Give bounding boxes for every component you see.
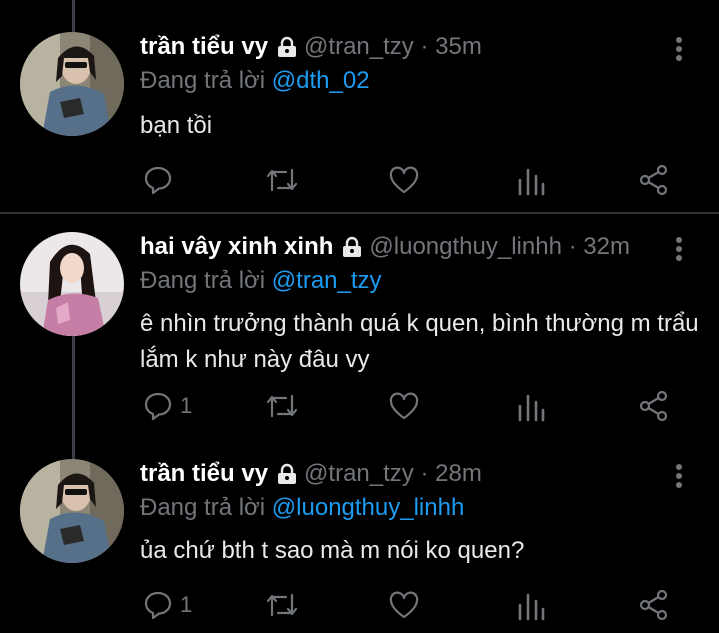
tweet-divider [0, 212, 719, 214]
retweet-button[interactable] [264, 589, 300, 621]
replying-to: Đang trả lời @tran_tzy [140, 266, 382, 296]
lock-icon [341, 236, 363, 266]
retweet-button[interactable] [264, 390, 300, 422]
more-options-button[interactable] [675, 236, 683, 267]
like-icon [389, 591, 419, 619]
reply-mention-link[interactable]: @tran_tzy [272, 267, 382, 294]
tweet-text: ủa chứ bth t sao mà m nói ko quen? [140, 537, 525, 564]
tweet-actions: 1 [140, 589, 680, 623]
lock-icon [276, 463, 298, 493]
avatar[interactable] [20, 32, 124, 136]
tweet-actions: 1 [140, 390, 680, 424]
avatar[interactable] [20, 232, 124, 336]
reply-mention-link[interactable]: @dth_02 [272, 67, 370, 94]
reply-count: 1 [180, 592, 193, 617]
analytics-button[interactable] [516, 164, 546, 196]
share-icon [639, 164, 668, 196]
timestamp[interactable]: 35m [435, 33, 482, 60]
tweet-text: bạn tồi [140, 112, 213, 139]
timestamp[interactable]: 28m [435, 460, 482, 487]
retweet-icon [266, 593, 298, 617]
analytics-icon [518, 168, 545, 196]
like-button[interactable] [388, 390, 420, 422]
more-options-button[interactable] [675, 36, 683, 67]
share-button[interactable] [638, 390, 670, 422]
replying-to-label: Đang trả lời [140, 267, 266, 294]
share-button[interactable] [638, 589, 670, 621]
analytics-button[interactable] [516, 390, 546, 422]
like-button[interactable] [388, 589, 420, 621]
display-name[interactable]: hai vây xinh xinh [140, 233, 333, 260]
separator-dot: · [568, 233, 577, 260]
tweet-text: ê nhìn trưởng thành quá k quen, bình thư… [140, 310, 699, 373]
share-icon [639, 589, 668, 621]
retweet-icon [266, 168, 298, 192]
thread-line-top [72, 0, 75, 32]
replying-to-label: Đang trả lời [140, 494, 266, 521]
user-handle[interactable]: @tran_tzy [304, 460, 414, 487]
tweet-header: trần tiểu vy @tran_tzy · 35m [140, 32, 482, 66]
retweet-icon [266, 394, 298, 418]
replying-to: Đang trả lời @dth_02 [140, 66, 370, 96]
lock-icon [276, 36, 298, 66]
like-icon [389, 166, 419, 194]
user-handle[interactable]: @tran_tzy [304, 33, 414, 60]
user-handle[interactable]: @luongthuy_linhh [369, 233, 562, 260]
share-icon [639, 390, 668, 422]
separator-dot: · [420, 460, 429, 487]
retweet-button[interactable] [264, 164, 300, 196]
reply-icon [144, 591, 172, 620]
replying-to: Đang trả lời @luongthuy_linhh [140, 493, 464, 523]
more-vertical-icon [676, 237, 682, 261]
reply-button[interactable]: 1 [142, 589, 192, 621]
timestamp[interactable]: 32m [583, 233, 630, 260]
reply-icon [144, 166, 172, 195]
tweet[interactable]: trần tiểu vy @tran_tzy · 28m Đang trả lời… [0, 459, 719, 633]
analytics-button[interactable] [516, 589, 546, 621]
more-vertical-icon [676, 464, 682, 488]
reply-button[interactable]: 1 [142, 390, 192, 422]
tweet[interactable]: trần tiểu vy @tran_tzy · 35m Đang trả lời… [0, 32, 719, 212]
tweet[interactable]: hai vây xinh xinh @luongthuy_linhh · 32m … [0, 232, 719, 432]
like-button[interactable] [388, 164, 420, 196]
analytics-icon [518, 593, 545, 621]
tweet-header: trần tiểu vy @tran_tzy · 28m [140, 459, 482, 493]
avatar[interactable] [20, 459, 124, 563]
tweet-actions [140, 164, 680, 198]
share-button[interactable] [638, 164, 670, 196]
display-name[interactable]: trần tiểu vy [140, 33, 268, 60]
reply-count: 1 [180, 393, 193, 418]
display-name[interactable]: trần tiểu vy [140, 460, 268, 487]
reply-mention-link[interactable]: @luongthuy_linhh [272, 494, 465, 521]
replying-to-label: Đang trả lời [140, 67, 266, 94]
tweet-header: hai vây xinh xinh @luongthuy_linhh · 32m [140, 232, 630, 266]
more-options-button[interactable] [675, 463, 683, 494]
analytics-icon [518, 394, 545, 422]
separator-dot: · [420, 33, 429, 60]
reply-icon [144, 392, 172, 421]
like-icon [389, 392, 419, 420]
reply-button[interactable] [142, 164, 180, 196]
more-vertical-icon [676, 37, 682, 61]
